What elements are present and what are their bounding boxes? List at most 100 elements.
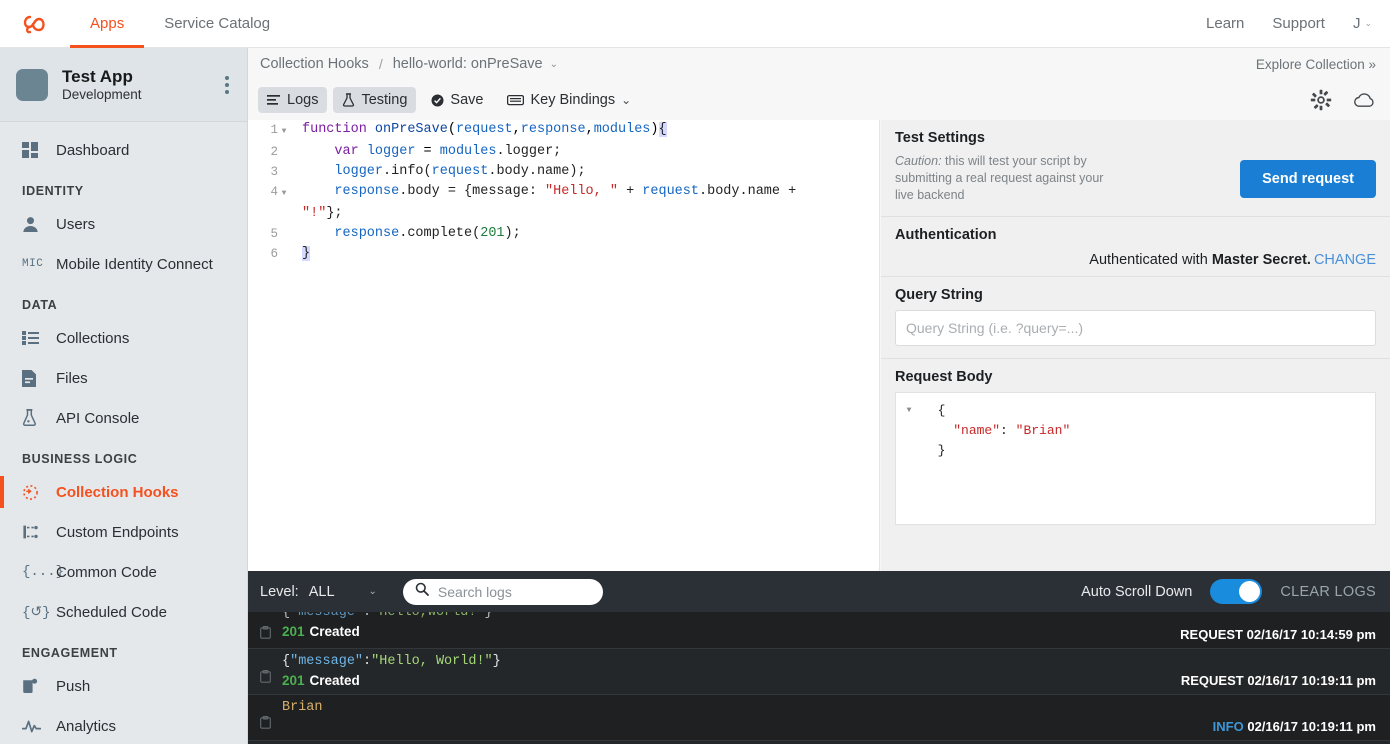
log-status-code: 201	[282, 673, 305, 688]
sidebar-item-mobile-identity-connect[interactable]: MIC Mobile Identity Connect	[0, 244, 247, 284]
sidebar-item-label: Push	[56, 677, 91, 695]
sidebar-item-label: Collection Hooks	[56, 483, 179, 501]
sidebar-item-collection-hooks[interactable]: Collection Hooks	[0, 472, 247, 512]
auto-scroll-label: Auto Scroll Down	[1081, 583, 1193, 600]
sidebar-item-scheduled-code[interactable]: {↺} Scheduled Code	[0, 592, 247, 632]
log-row[interactable]: Brian INFO 02/16/17 10:19:11 pm	[248, 695, 1390, 741]
log-row[interactable]: {"message":"Hello, World!"} 201 Created REQ…	[248, 649, 1390, 695]
sidebar-item-collections[interactable]: Collections	[0, 318, 247, 358]
app-title: Test App	[62, 66, 133, 86]
kebab-menu-icon[interactable]	[221, 72, 233, 98]
braces-ellipsis-icon: {...}	[22, 564, 65, 580]
sidebar-item-analytics[interactable]: Analytics	[0, 706, 247, 744]
line-number: 4 ▼	[248, 182, 294, 204]
chevron-down-icon[interactable]: ▼	[896, 401, 922, 421]
flask-icon	[22, 408, 44, 428]
query-string-input[interactable]	[895, 310, 1376, 346]
save-button[interactable]: Save	[422, 87, 492, 113]
logs-toolbar: Level: ALL ⌄ Auto Scroll Down	[248, 571, 1390, 612]
app-avatar	[16, 68, 48, 101]
tab-service-catalog[interactable]: Service Catalog	[144, 1, 290, 48]
sidebar-item-files[interactable]: Files	[0, 358, 247, 398]
clipboard-icon[interactable]	[260, 612, 282, 644]
logs-panel: Level: ALL ⌄ Auto Scroll Down	[248, 571, 1390, 744]
sidebar-item-users[interactable]: Users	[0, 204, 247, 244]
key-bindings-button[interactable]: Key Bindings ⌄	[498, 87, 640, 113]
testing-toggle-button[interactable]: Testing	[333, 87, 417, 113]
gear-icon[interactable]	[1310, 89, 1332, 111]
clipboard-icon[interactable]	[260, 652, 282, 688]
tab-apps[interactable]: Apps	[70, 1, 145, 48]
chevron-down-icon: ⌄	[1364, 18, 1372, 28]
toggle-knob	[1239, 581, 1261, 602]
log-body: Brian	[282, 698, 1213, 736]
key-bindings-label: Key Bindings	[530, 92, 616, 108]
sidebar: Test App Development Dashboard IDENTITY Us…	[0, 48, 248, 744]
sidebar-item-label: Analytics	[56, 717, 117, 735]
log-status-text: Created	[309, 624, 360, 639]
log-row[interactable]: { message : Hello,World! } 201 Created REQU…	[248, 612, 1390, 649]
sidebar-item-dashboard[interactable]: Dashboard	[0, 130, 247, 170]
user-menu[interactable]: J ⌄	[1353, 15, 1372, 32]
sidebar-item-common-code[interactable]: {...} Common Code	[0, 552, 247, 592]
code-text: response.body = {message: "Hello, " + re…	[334, 184, 797, 199]
sidebar-item-push[interactable]: Push	[0, 666, 247, 706]
app-switcher[interactable]: Test App Development	[0, 48, 247, 122]
cloud-icon[interactable]	[1352, 91, 1376, 109]
log-time: 02/16/17 10:14:59 pm	[1246, 627, 1376, 642]
test-settings-row: Caution: this will test your script by s…	[895, 153, 1376, 204]
authentication-status: Authenticated with Master Secret. CHANGE	[895, 250, 1376, 268]
log-status: 201 Created	[282, 622, 1180, 641]
app-environment: Development	[62, 86, 142, 102]
authentication-section: Authentication Authenticated with Master…	[881, 217, 1390, 277]
breadcrumb-root[interactable]: Collection Hooks	[260, 56, 369, 72]
auth-change-link[interactable]: CHANGE	[1314, 252, 1376, 268]
logs-toolbar-right: Auto Scroll Down CLEAR LOGS	[1081, 579, 1376, 604]
nav-group-engagement: ENGAGEMENT	[22, 646, 118, 660]
sidebar-item-api-console[interactable]: API Console	[0, 398, 247, 438]
request-body-editor[interactable]: ▼ { "name": "Brian" }	[895, 392, 1376, 525]
code-line: 2 var logger = modules.logger;	[248, 142, 879, 162]
logs-toggle-button[interactable]: Logs	[258, 87, 328, 113]
brand-logo[interactable]	[0, 0, 70, 47]
sidebar-item-label: Common Code	[56, 563, 157, 581]
clipboard-icon[interactable]	[260, 698, 282, 734]
toolbar-right-actions	[1310, 89, 1376, 111]
learn-link[interactable]: Learn	[1206, 15, 1244, 32]
breadcrumb-current[interactable]: hello-world: onPreSave	[393, 56, 543, 72]
fold-arrow-icon[interactable]: ▼	[278, 122, 290, 142]
sidebar-nav: Dashboard IDENTITY Users MIC Mobile Identity…	[0, 122, 247, 744]
testing-toggle-label: Testing	[361, 92, 408, 108]
caution-prefix: Caution:	[895, 154, 942, 168]
nav-group-identity: IDENTITY	[22, 184, 84, 198]
nav-group-business-logic: BUSINESS LOGIC	[22, 452, 138, 466]
clear-logs-button[interactable]: CLEAR LOGS	[1280, 584, 1376, 600]
log-message: { message : Hello,World! }	[282, 612, 493, 620]
code-text: response.complete(201);	[334, 226, 521, 241]
code-text: logger.info(request.body.name);	[334, 164, 586, 179]
test-settings-title: Test Settings	[895, 130, 985, 146]
explore-collection-link[interactable]: Explore Collection »	[1256, 57, 1376, 72]
code-editor[interactable]: 1 ▼ function onPreSave(request,response,mo…	[248, 120, 880, 571]
push-icon	[22, 676, 44, 696]
sidebar-item-label: Files	[56, 369, 88, 387]
support-link[interactable]: Support	[1272, 15, 1325, 32]
code-text: "!"};	[302, 206, 343, 221]
log-level: REQUEST	[1180, 673, 1244, 688]
auth-status-prefix: Authenticated with	[1089, 252, 1212, 268]
chevron-down-icon[interactable]: ⌄	[550, 59, 558, 70]
log-message: {"message":"Hello, World!"}	[282, 654, 501, 669]
send-request-button[interactable]: Send request	[1240, 159, 1376, 198]
fold-arrow-icon[interactable]: ▼	[278, 184, 290, 204]
search-logs-wrapper[interactable]	[402, 578, 603, 605]
level-select[interactable]: ALL ⌄	[309, 584, 377, 600]
keyboard-icon	[507, 94, 525, 106]
search-logs-input[interactable]	[437, 583, 591, 600]
auto-scroll-toggle[interactable]	[1210, 579, 1263, 604]
code-text: }	[302, 246, 311, 261]
sidebar-item-custom-endpoints[interactable]: Custom Endpoints	[0, 512, 247, 552]
test-settings-panel: Test Settings Caution: this will test yo…	[881, 120, 1390, 571]
line-number: 5	[270, 227, 278, 241]
kinvey-infinity-logo-icon	[23, 15, 45, 33]
code-line: 4 ▼ response.body = {message: "Hello, " +…	[248, 182, 879, 204]
